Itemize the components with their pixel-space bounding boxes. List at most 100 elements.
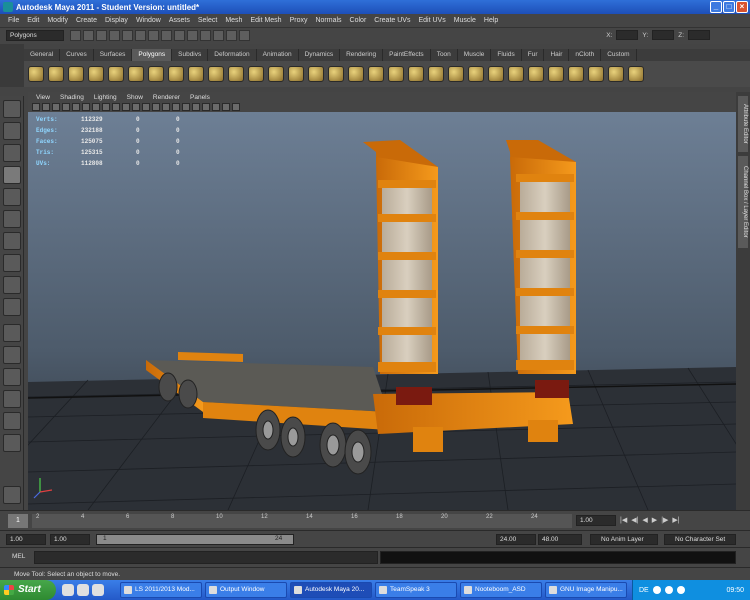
automatic-mapping-icon[interactable] — [608, 66, 624, 82]
universal-manipulator-icon[interactable] — [3, 232, 21, 250]
menu-assets[interactable]: Assets — [165, 17, 194, 24]
shelf-tab-curves[interactable]: Curves — [60, 49, 94, 61]
range-slider[interactable]: 1 24 — [96, 534, 294, 545]
mel-label[interactable]: MEL — [12, 553, 25, 560]
show-manipulator-icon[interactable] — [3, 276, 21, 294]
x-field[interactable] — [616, 30, 639, 40]
offset-edge-loop-icon[interactable] — [488, 66, 504, 82]
persp-outliner-layout-icon[interactable] — [3, 368, 21, 386]
task-ls-mod[interactable]: LS 2011/2013 Mod... — [120, 582, 202, 598]
current-frame-marker[interactable]: 1 — [8, 514, 28, 528]
quick-launch-app-icon[interactable] — [62, 584, 74, 596]
panel-menu-show[interactable]: Show — [123, 94, 147, 101]
panel-menu-panels[interactable]: Panels — [186, 94, 214, 101]
bevel-icon[interactable] — [508, 66, 524, 82]
ipr-render-icon[interactable] — [226, 30, 237, 41]
shelf-tab-dynamics[interactable]: Dynamics — [299, 49, 341, 61]
language-indicator[interactable]: DE — [639, 587, 649, 594]
shelf-tab-surfaces[interactable]: Surfaces — [94, 49, 133, 61]
shelf-tab-muscle[interactable]: Muscle — [458, 49, 492, 61]
menu-select[interactable]: Select — [194, 17, 221, 24]
use-all-lights-icon[interactable] — [182, 103, 190, 111]
panel-menu-view[interactable]: View — [32, 94, 54, 101]
isolate-select-icon[interactable] — [212, 103, 220, 111]
shelf-tab-animation[interactable]: Animation — [257, 49, 299, 61]
menu-edit-mesh[interactable]: Edit Mesh — [246, 17, 285, 24]
split-polygon-icon[interactable] — [448, 66, 464, 82]
menu-proxy[interactable]: Proxy — [286, 17, 312, 24]
image-plane-icon[interactable] — [52, 103, 60, 111]
smooth-icon[interactable] — [288, 66, 304, 82]
menu-create[interactable]: Create — [72, 17, 101, 24]
minimize-button[interactable]: _ — [710, 1, 722, 13]
smooth-shade-icon[interactable] — [152, 103, 160, 111]
quick-launch-app-icon[interactable] — [77, 584, 89, 596]
wireframe-icon[interactable] — [142, 103, 150, 111]
mel-input[interactable] — [34, 551, 378, 564]
move-tool-icon[interactable] — [3, 166, 21, 184]
cylindrical-mapping-icon[interactable] — [568, 66, 584, 82]
poly-torus-icon[interactable] — [128, 66, 144, 82]
xray-joints-icon[interactable] — [232, 103, 240, 111]
shelf-tab-general[interactable]: General — [24, 49, 61, 61]
textured-icon[interactable] — [172, 103, 180, 111]
menu-help[interactable]: Help — [480, 17, 502, 24]
poly-plane-icon[interactable] — [108, 66, 124, 82]
quick-launch-app-icon[interactable] — [92, 584, 104, 596]
boolean-intersection-icon[interactable] — [348, 66, 364, 82]
2d-pan-zoom-icon[interactable] — [62, 103, 70, 111]
extrude-icon[interactable] — [388, 66, 404, 82]
task-nooteboom-folder[interactable]: Nooteboom_ASD — [460, 582, 542, 598]
menu-modify[interactable]: Modify — [43, 17, 72, 24]
merge-icon[interactable] — [528, 66, 544, 82]
snap-view-plane-icon[interactable] — [187, 30, 198, 41]
menu-edit[interactable]: Edit — [23, 17, 43, 24]
shelf-tab-ncloth[interactable]: nCloth — [569, 49, 602, 61]
snap-grid-icon[interactable] — [148, 30, 159, 41]
shelf-tab-polygons[interactable]: Polygons — [132, 49, 173, 61]
go-to-end-icon[interactable]: ▶| — [672, 516, 679, 524]
step-back-frame-icon[interactable]: ◀ — [642, 516, 647, 524]
lasso-tool-icon[interactable] — [3, 122, 21, 140]
tray-app-icon[interactable] — [676, 586, 685, 594]
menu-muscle[interactable]: Muscle — [450, 17, 480, 24]
bridge-icon[interactable] — [408, 66, 424, 82]
open-scene-icon[interactable] — [83, 30, 94, 41]
menu-color[interactable]: Color — [346, 17, 371, 24]
poly-cone-icon[interactable] — [88, 66, 104, 82]
hypershade-layout-icon[interactable] — [3, 412, 21, 430]
grid-toggle-icon[interactable] — [72, 103, 80, 111]
film-gate-icon[interactable] — [82, 103, 90, 111]
select-tool-icon[interactable] — [3, 100, 21, 118]
shadows-icon[interactable] — [192, 103, 200, 111]
shelf-tab-subdivs[interactable]: Subdivs — [172, 49, 209, 61]
resolution-gate-icon[interactable] — [92, 103, 100, 111]
four-view-layout-icon[interactable] — [3, 346, 21, 364]
close-button[interactable]: × — [736, 1, 748, 13]
single-perspective-layout-icon[interactable] — [3, 324, 21, 342]
safe-title-icon[interactable] — [132, 103, 140, 111]
persp-graph-layout-icon[interactable] — [3, 390, 21, 408]
boolean-union-icon[interactable] — [308, 66, 324, 82]
combine-icon[interactable] — [228, 66, 244, 82]
attribute-editor-tab[interactable]: Attribute Editor — [738, 96, 748, 152]
play-forward-icon[interactable]: ▶ — [652, 516, 657, 524]
high-quality-icon[interactable] — [202, 103, 210, 111]
maximize-button[interactable]: □ — [723, 1, 735, 13]
poly-prism-icon[interactable] — [148, 66, 164, 82]
poly-sphere-icon[interactable] — [28, 66, 44, 82]
paint-select-tool-icon[interactable] — [3, 144, 21, 162]
menu-display[interactable]: Display — [101, 17, 132, 24]
xray-icon[interactable] — [222, 103, 230, 111]
rotate-tool-icon[interactable] — [3, 188, 21, 206]
append-polygon-icon[interactable] — [428, 66, 444, 82]
shelf-tab-fluids[interactable]: Fluids — [491, 49, 522, 61]
poly-cylinder-icon[interactable] — [68, 66, 84, 82]
panel-menu-lighting[interactable]: Lighting — [90, 94, 121, 101]
shelf-tab-custom[interactable]: Custom — [601, 49, 637, 61]
snap-curve-icon[interactable] — [161, 30, 172, 41]
panel-menu-renderer[interactable]: Renderer — [149, 94, 184, 101]
task-gimp[interactable]: GNU Image Manipu... — [545, 582, 627, 598]
new-scene-icon[interactable] — [70, 30, 81, 41]
playback-end-field[interactable]: 24.00 — [496, 534, 536, 545]
